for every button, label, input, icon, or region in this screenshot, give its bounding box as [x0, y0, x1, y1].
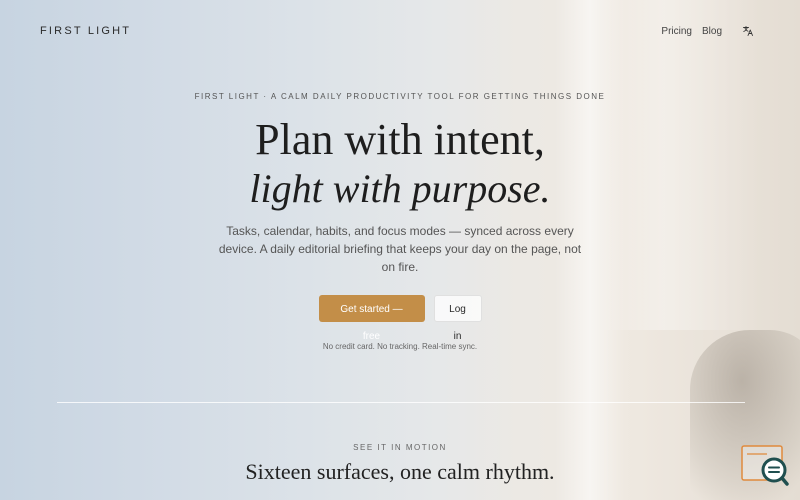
headline-line-1: Plan with intent, [255, 115, 545, 164]
hero-eyebrow: FIRST LIGHT · A CALM DAILY PRODUCTIVITY … [194, 92, 606, 101]
motion-section-title: Sixteen surfaces, one calm rhythm. [245, 459, 555, 484]
nav-pricing-link[interactable]: Pricing [661, 26, 692, 37]
hero-headline: Plan with intent, light with purpose. [0, 115, 800, 213]
cta-fineprint: No credit card. No tracking. Real-time s… [322, 342, 478, 351]
translate-icon[interactable] [742, 25, 754, 37]
brand-logo[interactable]: FIRST LIGHT [40, 25, 131, 37]
hero-description: Tasks, calendar, habits, and focus modes… [218, 224, 582, 274]
hero-cta-group: Get started — free Log in [0, 295, 800, 342]
nav-blog-link[interactable]: Blog [702, 26, 722, 37]
headline-line-2: light with purpose. [249, 166, 551, 211]
motion-section-eyebrow: SEE IT IN MOTION [353, 443, 447, 452]
top-nav: Pricing Blog [661, 25, 754, 37]
section-divider [57, 402, 745, 403]
search-chat-icon[interactable] [741, 445, 789, 487]
get-started-button[interactable]: Get started — free [318, 295, 425, 342]
log-in-button[interactable]: Log in [433, 295, 482, 342]
